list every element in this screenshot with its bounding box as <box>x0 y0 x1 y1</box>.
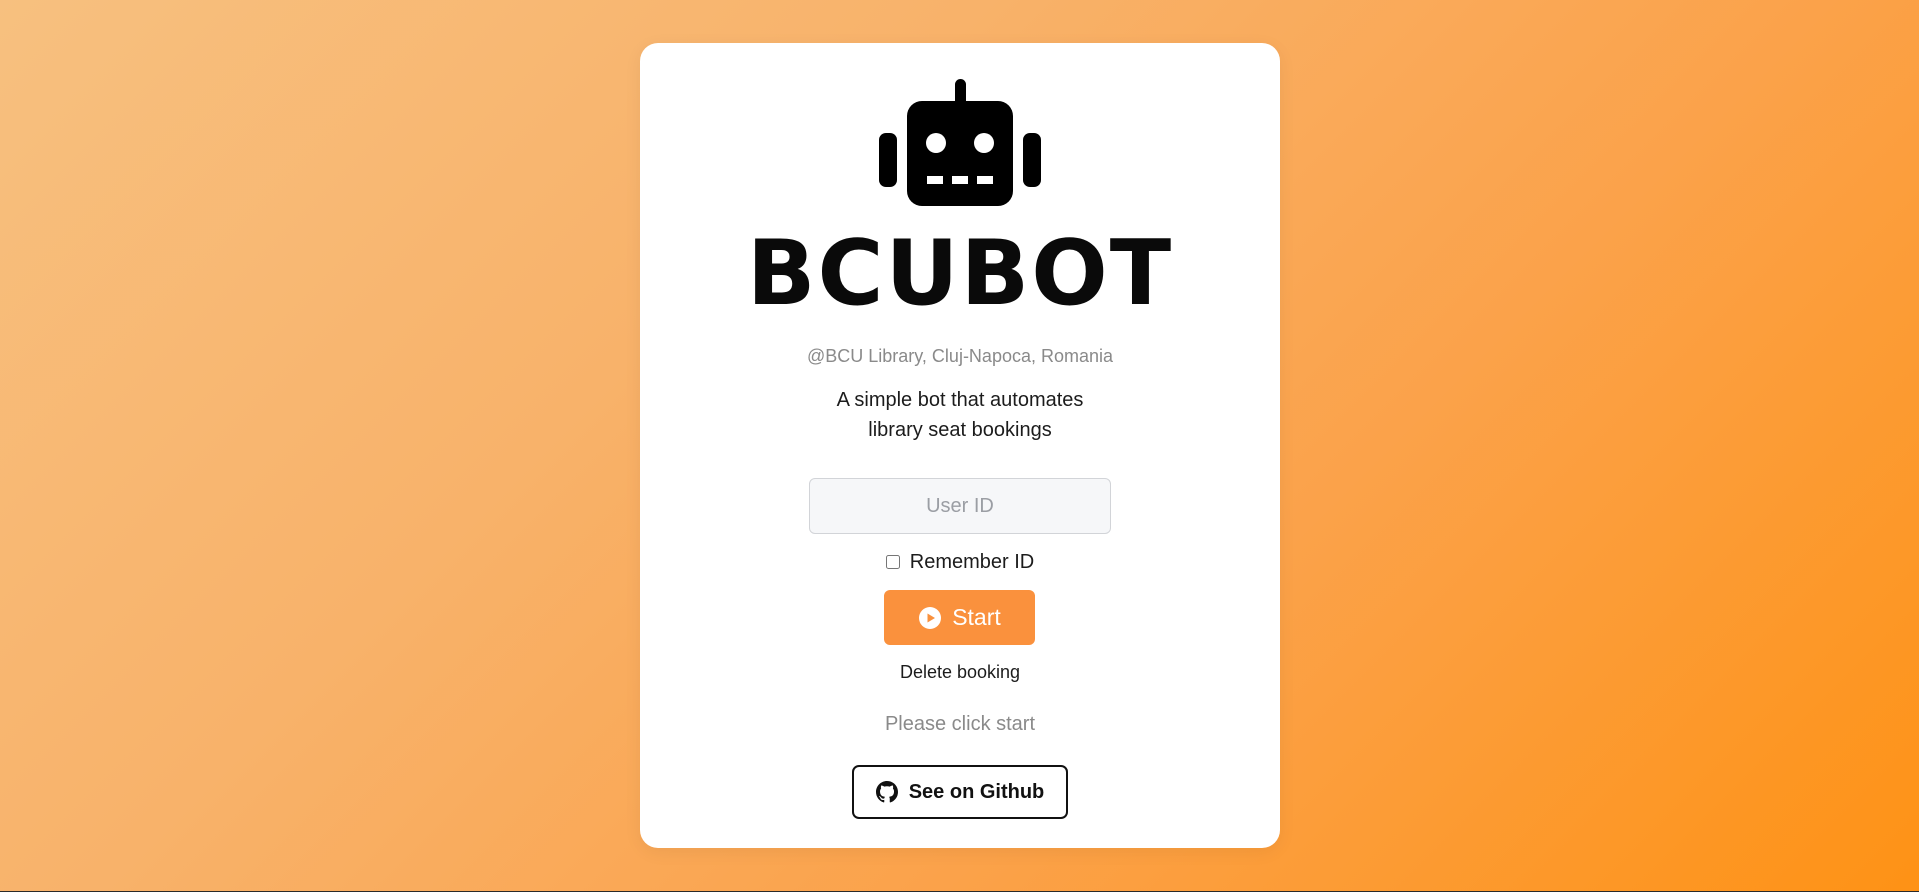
github-button[interactable]: See on Github <box>852 765 1068 819</box>
github-icon <box>875 781 898 803</box>
page-background: { "app": { "title": "BCUBOT", "location"… <box>0 0 1919 892</box>
app-title: BCUBOT <box>746 221 1174 326</box>
main-card: BCUBOT @BCU Library, Cluj-Napoca, Romani… <box>640 43 1280 848</box>
start-button-label: Start <box>952 604 1001 630</box>
location-subtitle: @BCU Library, Cluj-Napoca, Romania <box>806 346 1114 366</box>
remember-id-label: Remember ID <box>909 550 1035 573</box>
status-message: Please click start <box>884 713 1036 735</box>
delete-booking-link[interactable]: Delete booking <box>640 662 1280 683</box>
play-circle-icon <box>919 606 942 629</box>
user-id-input[interactable] <box>809 478 1111 534</box>
robot-icon <box>879 79 1041 206</box>
start-button[interactable]: Start <box>884 590 1035 645</box>
remember-id-row: Remember ID <box>640 547 1280 577</box>
app-description: A simple bot that automates library seat… <box>836 389 1084 441</box>
remember-id-checkbox[interactable] <box>885 555 900 569</box>
github-button-label: See on Github <box>908 780 1045 803</box>
